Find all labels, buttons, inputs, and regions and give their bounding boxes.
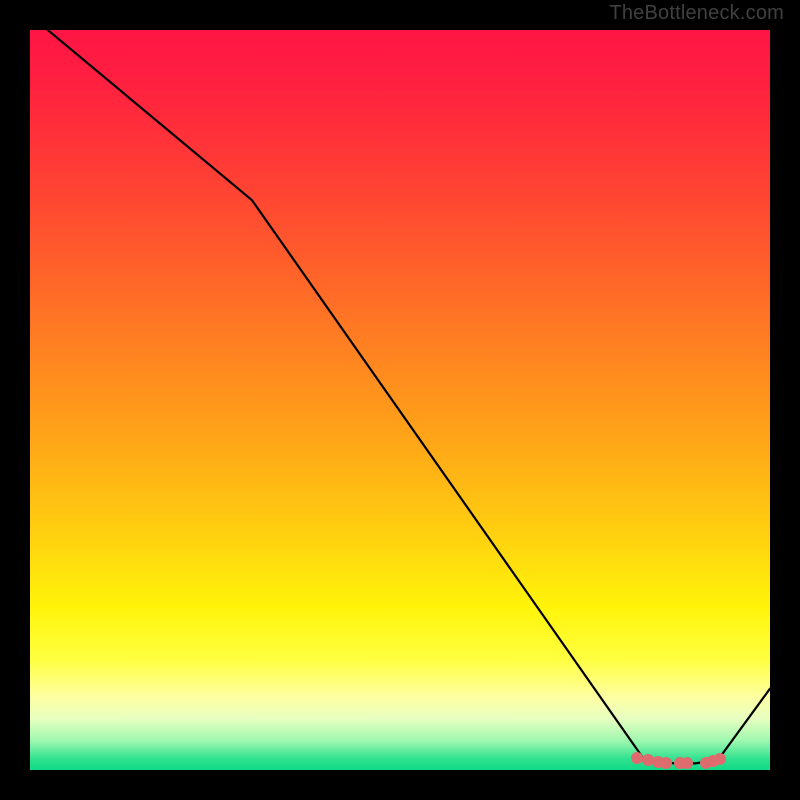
optimal-marker bbox=[714, 753, 726, 765]
chart-stage: TheBottleneck.com bbox=[0, 0, 800, 800]
optimal-marker bbox=[631, 752, 643, 764]
optimal-marker bbox=[681, 757, 693, 769]
optimal-range-markers bbox=[30, 30, 770, 770]
attribution-label: TheBottleneck.com bbox=[609, 2, 784, 25]
plot-area bbox=[30, 30, 770, 770]
optimal-marker bbox=[660, 757, 672, 769]
